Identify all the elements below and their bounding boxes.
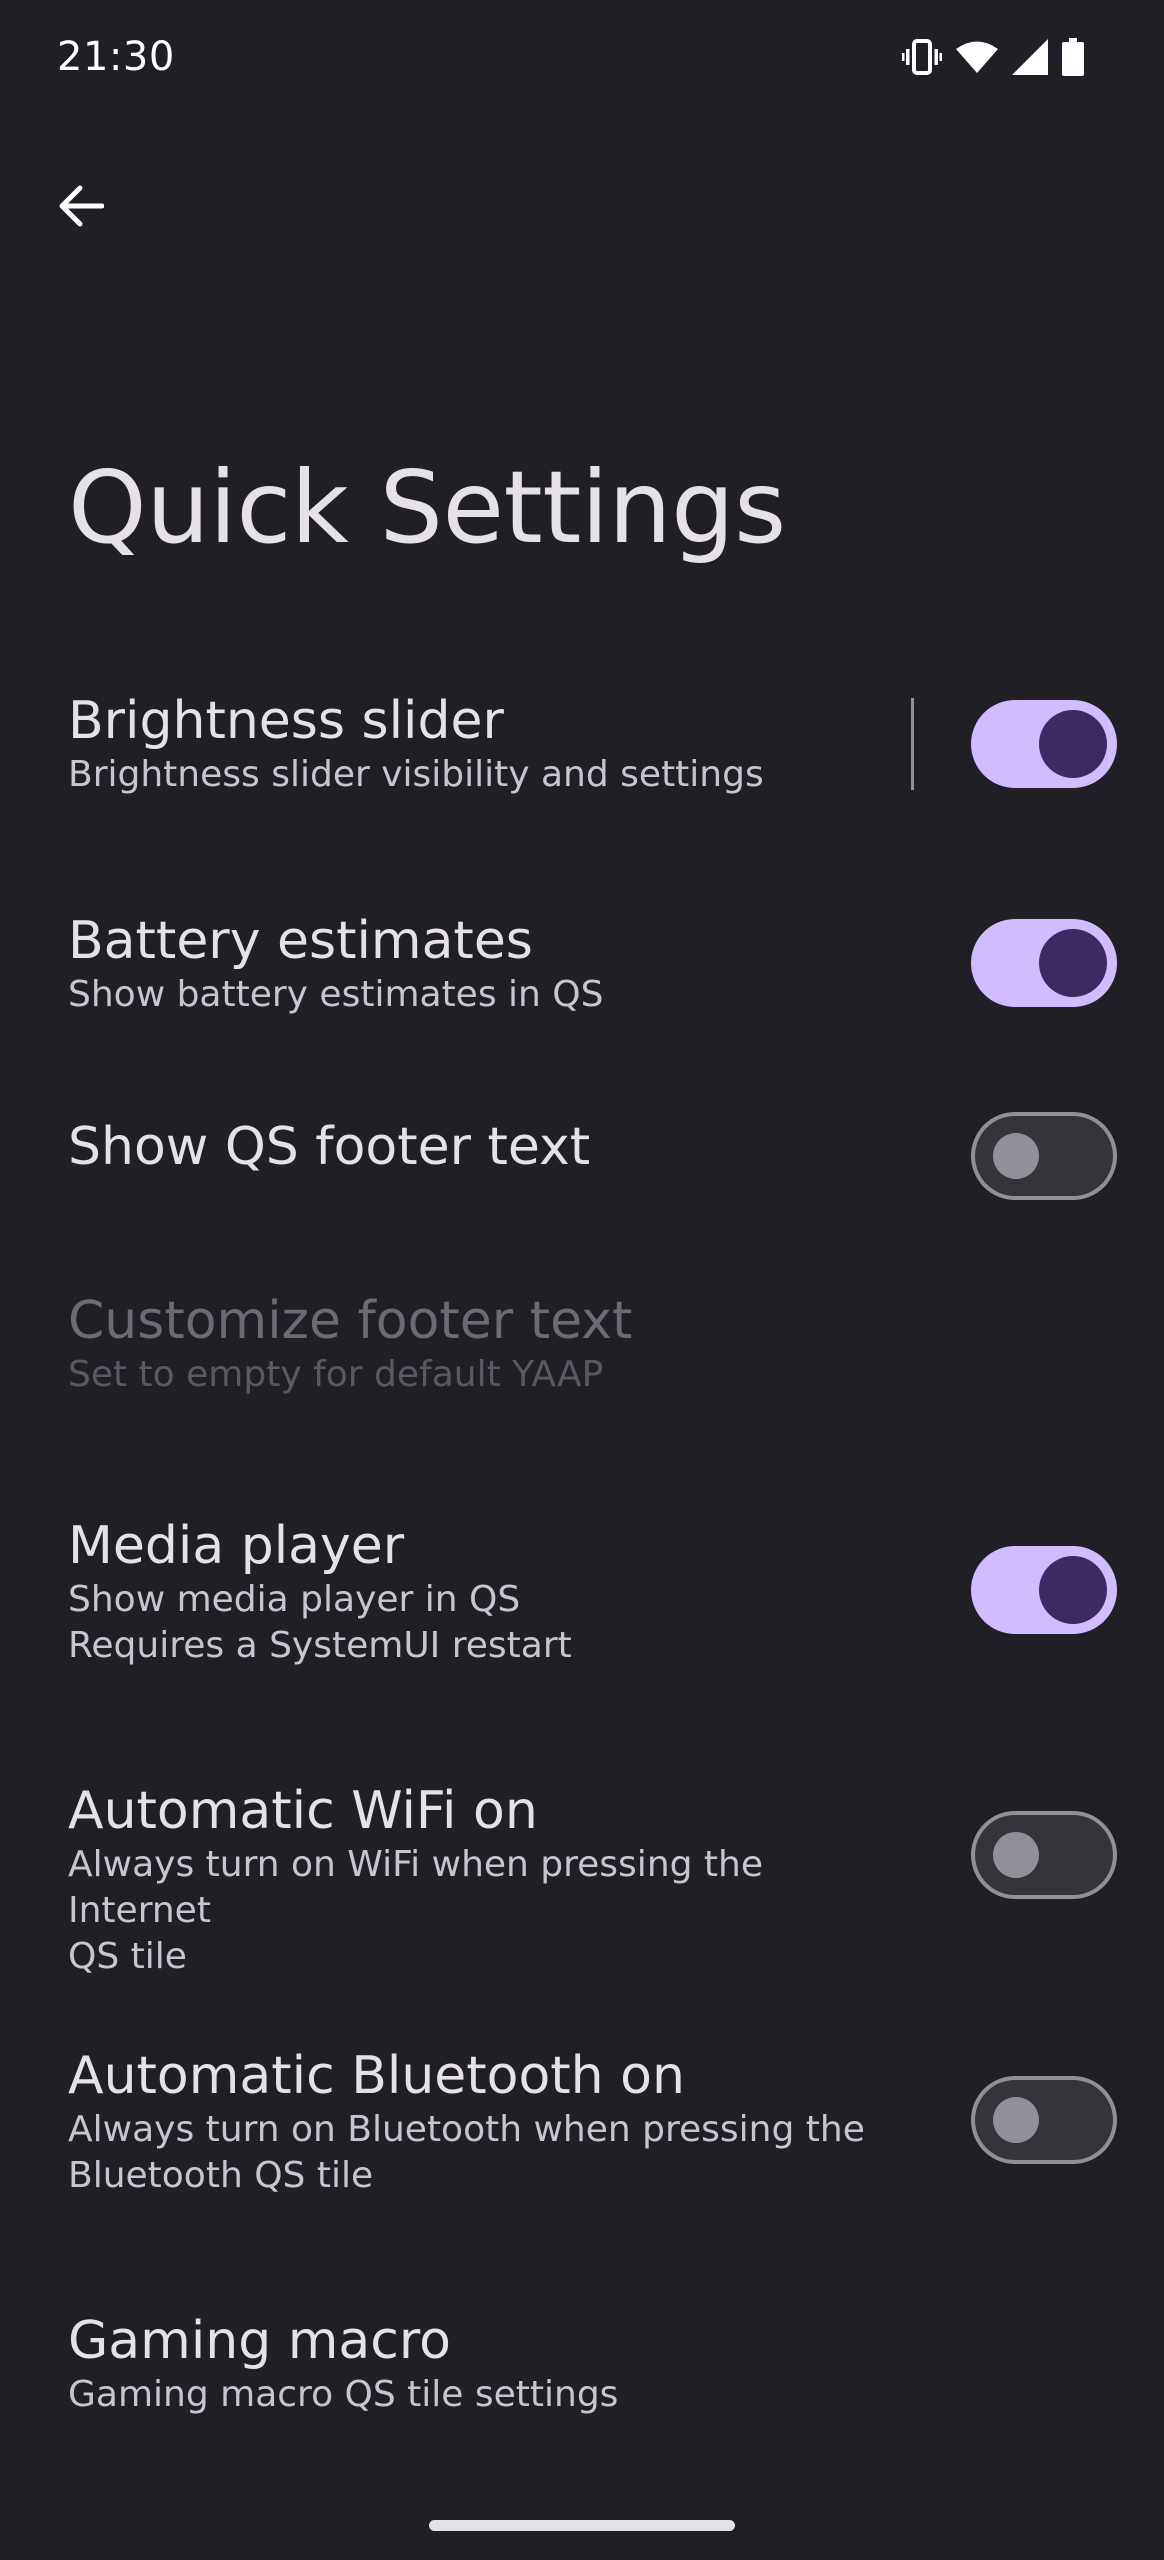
switch-thumb [993,2097,1039,2143]
setting-media-player[interactable]: Media player Show media player in QS Req… [0,1505,1164,1685]
status-time: 21:30 [57,34,175,80]
media-player-switch[interactable] [971,1546,1117,1634]
page-title: Quick Settings [68,449,786,566]
battery-icon [1062,38,1084,76]
switch-thumb [993,1832,1039,1878]
setting-gaming-macro[interactable]: Gaming macro Gaming macro QS tile settin… [0,2300,1164,2430]
setting-summary: Always turn on WiFi when pressing the In… [68,1844,764,1931]
wifi-icon [956,40,998,74]
arrow-left-icon [56,184,105,232]
setting-title: Customize footer text [68,1291,633,1351]
setting-automatic-wifi-on[interactable]: Automatic WiFi on Always turn on WiFi wh… [0,1770,1164,1977]
setting-summary: Brightness slider visibility and setting… [68,754,764,795]
vibrate-icon [902,39,942,75]
battery-estimates-switch[interactable] [971,919,1117,1007]
switch-thumb [1039,1556,1107,1624]
setting-show-qs-footer-text[interactable]: Show QS footer text [0,1110,1164,1210]
setting-summary: Show battery estimates in QS [68,974,604,1015]
setting-automatic-bluetooth-on[interactable]: Automatic Bluetooth on Always turn on Bl… [0,2035,1164,2215]
automatic-bluetooth-on-switch[interactable] [971,2076,1117,2164]
setting-battery-estimates[interactable]: Battery estimates Show battery estimates… [0,900,1164,1030]
setting-summary: Set to empty for default YAAP [68,1354,604,1395]
switch-thumb [993,1133,1039,1179]
setting-title: Media player [68,1516,405,1576]
status-bar: 21:30 [0,0,1164,120]
setting-title: Gaming macro [68,2311,451,2371]
show-qs-footer-text-switch[interactable] [971,1112,1117,1200]
automatic-wifi-on-switch[interactable] [971,1811,1117,1899]
setting-summary: Always turn on Bluetooth when pressing t… [68,2109,865,2150]
setting-summary-line2: Requires a SystemUI restart [68,1625,572,1666]
back-button[interactable] [40,168,120,248]
gesture-navigation-handle[interactable] [429,2520,735,2531]
setting-title: Brightness slider [68,691,504,751]
setting-summary-line2: Bluetooth QS tile [68,2155,374,2196]
divider [911,698,914,790]
brightness-slider-switch[interactable] [971,700,1117,788]
setting-title: Battery estimates [68,911,533,971]
setting-summary: Show media player in QS [68,1579,521,1620]
signal-icon [1012,39,1048,75]
setting-customize-footer-text: Customize footer text Set to empty for d… [0,1280,1164,1410]
status-icons [902,38,1084,76]
switch-thumb [1039,710,1107,778]
setting-summary: Gaming macro QS tile settings [68,2374,619,2415]
setting-title: Automatic WiFi on [68,1781,538,1841]
setting-summary-line2: QS tile [68,1936,187,1977]
setting-title: Show QS footer text [68,1117,591,1177]
setting-title: Automatic Bluetooth on [68,2046,685,2106]
switch-thumb [1039,929,1107,997]
